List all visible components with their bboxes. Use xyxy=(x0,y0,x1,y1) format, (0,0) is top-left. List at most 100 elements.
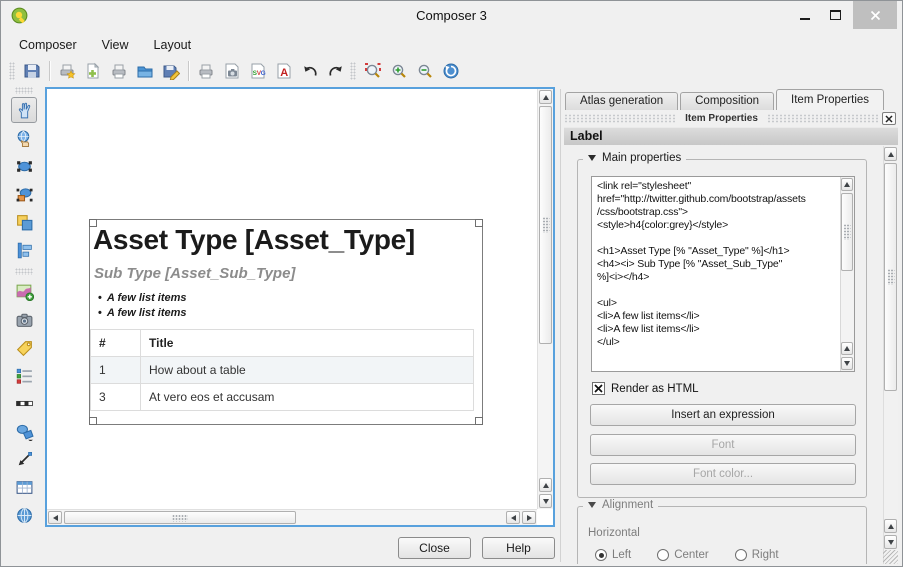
refresh-button[interactable] xyxy=(439,59,463,83)
pan-tool-button[interactable] xyxy=(11,97,37,123)
resize-handle-top-right[interactable] xyxy=(475,219,483,227)
scrollbar-thumb[interactable] xyxy=(539,106,552,344)
panel-vertical-scrollbar[interactable] xyxy=(883,146,898,564)
main-properties-legend[interactable]: Main properties xyxy=(583,152,686,164)
composer-manager-button[interactable] xyxy=(107,59,131,83)
zoom-full-icon xyxy=(364,62,382,80)
toolbar-drag-handle[interactable] xyxy=(9,62,15,80)
scroll-left-button[interactable] xyxy=(506,511,520,524)
radio-left[interactable]: Left xyxy=(595,549,631,561)
move-item-content-button[interactable] xyxy=(11,125,37,151)
close-icon xyxy=(870,10,881,21)
scrollbar-thumb[interactable] xyxy=(884,163,897,391)
label-text-editor[interactable]: <link rel="stylesheet" href="http://twit… xyxy=(591,176,855,372)
help-button[interactable]: Help xyxy=(482,537,555,559)
toolbar-separator xyxy=(49,61,50,81)
zoom-out-button[interactable] xyxy=(413,59,437,83)
redo-button[interactable] xyxy=(324,59,348,83)
tab-item-properties[interactable]: Item Properties xyxy=(776,89,884,110)
add-html-frame-button[interactable] xyxy=(11,502,37,528)
scroll-up-button[interactable] xyxy=(884,147,897,161)
add-label-button[interactable] xyxy=(11,334,37,360)
resize-grip[interactable] xyxy=(883,550,898,564)
check-x-icon xyxy=(594,384,603,393)
add-map-button[interactable] xyxy=(11,278,37,304)
scroll-down-button[interactable] xyxy=(841,357,853,370)
scroll-left-button[interactable] xyxy=(48,511,62,524)
radio-center[interactable]: Center xyxy=(657,549,709,561)
scroll-up-button[interactable] xyxy=(841,178,853,191)
export-pdf-button[interactable]: A xyxy=(272,59,296,83)
align-items-button[interactable] xyxy=(11,237,37,263)
print-button[interactable] xyxy=(194,59,218,83)
save-template-button[interactable] xyxy=(159,59,183,83)
list-item: A few list items xyxy=(98,306,482,321)
menu-composer[interactable]: Composer xyxy=(19,38,77,52)
dock-close-button[interactable] xyxy=(882,112,896,125)
zoom-in-button[interactable] xyxy=(387,59,411,83)
scroll-right-button[interactable] xyxy=(522,511,536,524)
scroll-up-button[interactable] xyxy=(841,342,853,355)
canvas-vertical-scrollbar[interactable] xyxy=(537,89,553,509)
toolbar-drag-handle[interactable] xyxy=(15,87,33,94)
scroll-down-button[interactable] xyxy=(539,494,552,508)
dock-tabs: Atlas generation Composition Item Proper… xyxy=(564,89,898,110)
composition-canvas[interactable]: Asset Type [Asset_Type] Sub Type [Asset_… xyxy=(45,87,555,527)
insert-expression-button[interactable]: Insert an expression xyxy=(590,404,856,426)
tab-atlas-generation[interactable]: Atlas generation xyxy=(565,92,678,110)
zoom-full-button[interactable] xyxy=(361,59,385,83)
font-button[interactable]: Font xyxy=(590,434,856,456)
add-shape-button[interactable] xyxy=(11,418,37,444)
font-color-button[interactable]: Font color... xyxy=(590,463,856,485)
label-item[interactable]: Asset Type [Asset_Type] Sub Type [Asset_… xyxy=(89,219,483,425)
scroll-up-button[interactable] xyxy=(884,519,897,533)
add-attribute-table-button[interactable] xyxy=(11,474,37,500)
scrollbar-thumb[interactable] xyxy=(64,511,296,524)
save-button[interactable] xyxy=(20,59,44,83)
horizontal-alignment-radios: Left Center Right xyxy=(595,549,779,561)
scrollbar-thumb[interactable] xyxy=(841,193,853,271)
undo-button[interactable] xyxy=(298,59,322,83)
add-arrow-button[interactable] xyxy=(11,446,37,472)
render-as-html-checkbox[interactable] xyxy=(592,382,605,395)
add-scalebar-button[interactable] xyxy=(11,390,37,416)
new-composer-button[interactable] xyxy=(55,59,79,83)
move-item-button[interactable] xyxy=(11,181,37,207)
tab-composition[interactable]: Composition xyxy=(680,92,774,110)
scroll-down-button[interactable] xyxy=(884,535,897,549)
export-svg-button[interactable]: SVG xyxy=(246,59,270,83)
canvas-horizontal-scrollbar[interactable] xyxy=(47,509,537,525)
maximize-button[interactable] xyxy=(821,1,849,29)
render-as-html-row: Render as HTML xyxy=(592,382,699,395)
panel-splitter[interactable] xyxy=(560,89,561,562)
menu-view[interactable]: View xyxy=(102,38,129,52)
toolbar-drag-handle[interactable] xyxy=(350,62,356,80)
minimize-button[interactable] xyxy=(791,1,819,29)
select-move-item-button[interactable] xyxy=(11,153,37,179)
resize-handle-bottom-right[interactable] xyxy=(475,417,483,425)
label-text-content[interactable]: <link rel="stylesheet" href="http://twit… xyxy=(592,177,840,371)
add-attribute-table-icon xyxy=(15,478,34,497)
add-legend-button[interactable] xyxy=(11,362,37,388)
group-title: Alignment xyxy=(602,499,653,511)
duplicate-composer-icon xyxy=(84,62,102,80)
export-image-button[interactable] xyxy=(220,59,244,83)
editor-vertical-scrollbar[interactable] xyxy=(840,177,854,371)
load-template-button[interactable] xyxy=(133,59,157,83)
alignment-legend[interactable]: Alignment xyxy=(583,499,658,511)
group-items-button[interactable] xyxy=(11,209,37,235)
radio-right[interactable]: Right xyxy=(735,549,779,561)
toolbar-drag-handle[interactable] xyxy=(15,268,33,275)
resize-handle-bottom-left[interactable] xyxy=(89,417,97,425)
close-window-button[interactable] xyxy=(853,1,897,29)
arrow-down-icon xyxy=(543,499,549,504)
undo-icon xyxy=(301,62,319,80)
close-button[interactable]: Close xyxy=(398,537,471,559)
scroll-up-button[interactable] xyxy=(539,90,552,104)
add-image-button[interactable] xyxy=(11,306,37,332)
menu-layout[interactable]: Layout xyxy=(154,38,192,52)
scroll-up-button[interactable] xyxy=(539,478,552,492)
table-row: 3 At vero eos et accusam xyxy=(91,384,474,411)
duplicate-composer-button[interactable] xyxy=(81,59,105,83)
resize-handle-top-left[interactable] xyxy=(89,219,97,227)
